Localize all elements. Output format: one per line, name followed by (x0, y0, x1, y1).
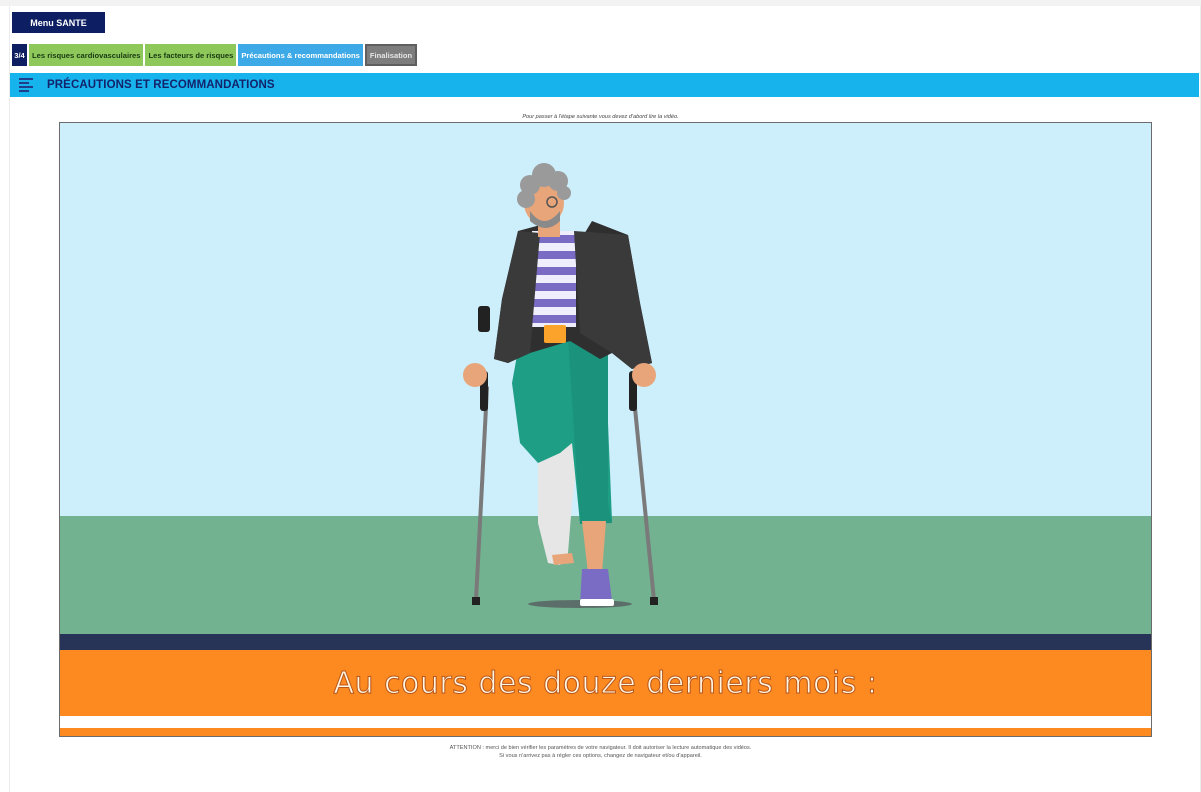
video-bottom-band (60, 728, 1151, 736)
autoplay-warning-line1: ATTENTION : merci de bien vérifier les p… (449, 745, 752, 751)
video-subtitle: Au cours des douze derniers mois : (333, 665, 878, 701)
section-title: PRÉCAUTIONS ET RECOMMANDATIONS (47, 79, 275, 91)
step-counter: 3/4 (12, 44, 27, 66)
video-player[interactable]: Au cours des douze derniers mois : (59, 122, 1152, 737)
menu-sante-button[interactable]: Menu SANTE (12, 12, 105, 33)
step-tab-risques-cardiovasculaires[interactable]: Les risques cardiovasculaires (29, 44, 144, 66)
subtitle-band: Au cours des douze derniers mois : (60, 650, 1151, 716)
step-tab-facteurs-de-risques[interactable]: Les facteurs de risques (145, 44, 237, 66)
autoplay-warning-line2: Si vous n'arrivez pas à régler ces optio… (499, 752, 702, 759)
autoplay-warning: ATTENTION : merci de bien vérifier les p… (0, 745, 1201, 760)
video-navy-band (60, 634, 1151, 650)
video-white-band (60, 716, 1151, 728)
step-tab-precautions[interactable]: Précautions & recommandations (238, 44, 363, 66)
step-progress-bar: 3/4 Les risques cardiovasculaires Les fa… (12, 44, 418, 66)
section-header: PRÉCAUTIONS ET RECOMMANDATIONS (10, 73, 1199, 97)
list-icon[interactable] (19, 78, 33, 92)
man-with-crutches-illustration (463, 163, 658, 608)
step-tab-finalisation[interactable]: Finalisation (364, 44, 418, 66)
video-notice: Pour passer à l'étape suivante vous deve… (522, 114, 679, 120)
